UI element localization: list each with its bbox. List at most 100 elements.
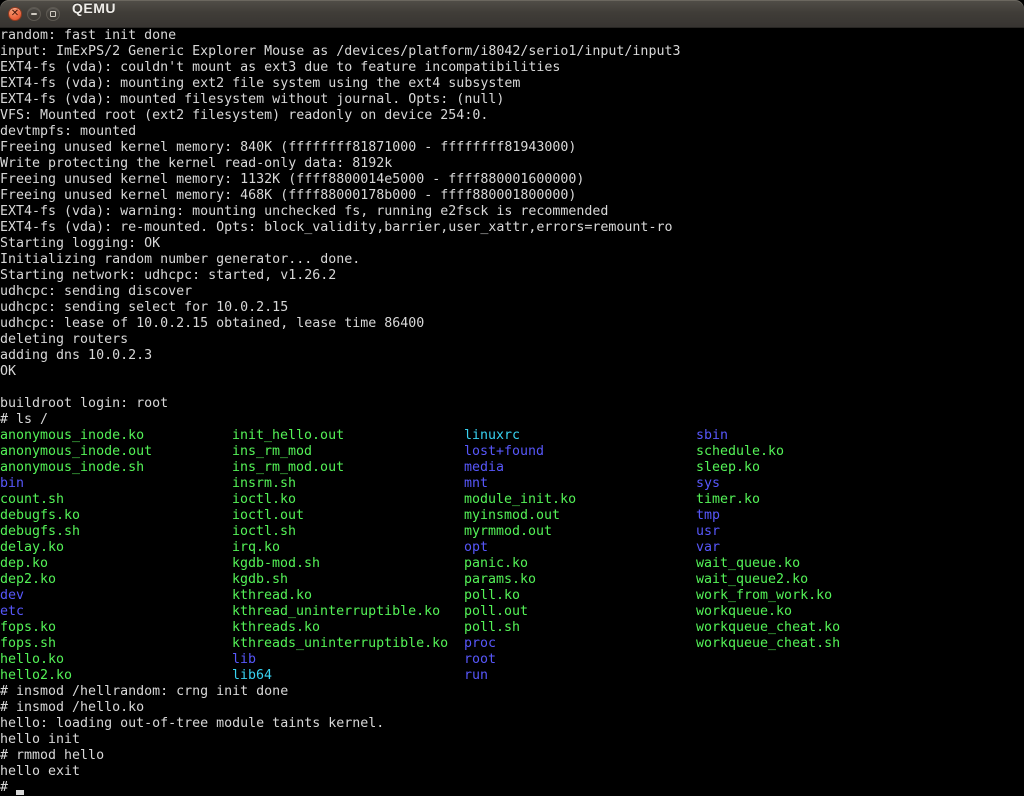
boot-message-line: deleting routers [0,332,1024,348]
ls-entry-file: kthread.ko [232,588,464,604]
ls-entry-file: wait_queue.ko [696,556,800,572]
ls-entry-file: timer.ko [696,492,760,508]
boot-message-line: EXT4-fs (vda): mounting ext2 file system… [0,76,1024,92]
boot-message-line: udhcpc: sending select for 10.0.2.15 [0,300,1024,316]
ls-entry-dir: sys [696,476,720,492]
shell-output-line: # insmod /hellrandom: crng init done [0,684,1024,700]
terminal-cursor [16,790,24,795]
ls-entry-file: kgdb-mod.sh [232,556,464,572]
ls-entry-file: workqueue.ko [696,604,792,620]
ls-output-row: debugfs.koioctl.outmyinsmod.outtmp [0,508,1024,524]
terminal[interactable]: random: fast init doneinput: ImExPS/2 Ge… [0,28,1024,796]
ls-entry-file: debugfs.sh [0,524,232,540]
shell-output-line: # insmod /hello.ko [0,700,1024,716]
ls-entry-dir: etc [0,604,232,620]
ls-entry-file: anonymous_inode.sh [0,460,232,476]
ls-entry-file: schedule.ko [696,444,784,460]
ls-entry-file: dep2.ko [0,572,232,588]
ls-entry-file: module_init.ko [464,492,696,508]
boot-message-line: VFS: Mounted root (ext2 filesystem) read… [0,108,1024,124]
boot-message-line: Write protecting the kernel read-only da… [0,156,1024,172]
ls-entry-link: linuxrc [464,428,696,444]
ls-output-row: fops.shkthreads_uninterruptible.koprocwo… [0,636,1024,652]
ls-entry-file: kthread_uninterruptible.ko [232,604,464,620]
ls-entry-file: sleep.ko [696,460,760,476]
ls-output-row: hello.kolibroot [0,652,1024,668]
boot-message-line: devtmpfs: mounted [0,124,1024,140]
login-line: buildroot login: root [0,396,1024,412]
ls-entry-file: irq.ko [232,540,464,556]
ls-entry-file: insrm.sh [232,476,464,492]
ls-output-row: devkthread.kopoll.kowork_from_work.ko [0,588,1024,604]
ls-entry-file: work_from_work.ko [696,588,832,604]
close-button[interactable]: ✕ [8,7,22,21]
ls-output-row: hello2.kolib64run [0,668,1024,684]
ls-entry-file: ins_rm_mod [232,444,464,460]
ls-entry-file: ioctl.sh [232,524,464,540]
boot-message-line: random: fast init done [0,28,1024,44]
ls-output-row: bininsrm.shmntsys [0,476,1024,492]
ls-output-row: anonymous_inode.koinit_hello.outlinuxrcs… [0,428,1024,444]
ls-entry-dir: var [696,540,720,556]
ls-output-row: dep2.kokgdb.shparams.kowait_queue2.ko [0,572,1024,588]
close-icon: ✕ [11,9,19,19]
maximize-button[interactable] [46,7,60,21]
boot-message-line: EXT4-fs (vda): couldn't mount as ext3 du… [0,60,1024,76]
ls-entry-dir: tmp [696,508,720,524]
ls-entry-file: kthreads_uninterruptible.ko [232,636,464,652]
boot-message-line: Freeing unused kernel memory: 1132K (fff… [0,172,1024,188]
boot-message-line: Freeing unused kernel memory: 468K (ffff… [0,188,1024,204]
ls-output-row: dep.kokgdb-mod.shpanic.kowait_queue.ko [0,556,1024,572]
ls-entry-file: params.ko [464,572,696,588]
boot-message-line: Initializing random number generator... … [0,252,1024,268]
ls-output-row: anonymous_inode.shins_rm_mod.outmediasle… [0,460,1024,476]
ls-entry-dir: lost+found [464,444,696,460]
ls-entry-dir: root [464,652,696,668]
ls-entry-file: wait_queue2.ko [696,572,808,588]
boot-message-line: Starting network: udhcpc: started, v1.26… [0,268,1024,284]
boot-message-line: Freeing unused kernel memory: 840K (ffff… [0,140,1024,156]
ls-entry-file: panic.ko [464,556,696,572]
ls-entry-link: lib64 [232,668,464,684]
window-title: QEMU [72,0,116,28]
ls-entry-file: anonymous_inode.out [0,444,232,460]
ls-entry-file: poll.ko [464,588,696,604]
ls-entry-file: fops.sh [0,636,232,652]
ls-entry-file: myrmmod.out [464,524,696,540]
ls-output-row: delay.koirq.kooptvar [0,540,1024,556]
ls-entry-file: workqueue_cheat.ko [696,620,840,636]
ls-entry-file: workqueue_cheat.sh [696,636,840,652]
ls-entry-file: hello.ko [0,652,232,668]
boot-message-line: EXT4-fs (vda): re-mounted. Opts: block_v… [0,220,1024,236]
ls-entry-file: ioctl.ko [232,492,464,508]
ls-entry-file: kgdb.sh [232,572,464,588]
shell-output-line: # rmmod hello [0,748,1024,764]
ls-output-row: fops.kokthreads.kopoll.shworkqueue_cheat… [0,620,1024,636]
boot-message-line: EXT4-fs (vda): warning: mounting uncheck… [0,204,1024,220]
ls-entry-dir: run [464,668,696,684]
ls-entry-file: kthreads.ko [232,620,464,636]
ls-entry-file: hello2.ko [0,668,232,684]
shell-command-line: # ls / [0,412,1024,428]
ls-entry-dir: sbin [696,428,728,444]
window-titlebar[interactable]: ✕ QEMU [0,0,1024,28]
ls-entry-file: fops.ko [0,620,232,636]
boot-message-line: EXT4-fs (vda): mounted filesystem withou… [0,92,1024,108]
ls-entry-file: count.sh [0,492,232,508]
ls-entry-file: anonymous_inode.ko [0,428,232,444]
maximize-icon [50,11,56,17]
ls-output-row: etckthread_uninterruptible.kopoll.outwor… [0,604,1024,620]
ls-entry-file: delay.ko [0,540,232,556]
boot-message-line: OK [0,364,1024,380]
shell-output-line: hello exit [0,764,1024,780]
ls-entry-file: dep.ko [0,556,232,572]
shell-output-line: hello: loading out-of-tree module taints… [0,716,1024,732]
ls-entry-dir: media [464,460,696,476]
ls-entry-file: ins_rm_mod.out [232,460,464,476]
ls-entry-dir: proc [464,636,696,652]
minimize-button[interactable] [27,7,41,21]
blank-line [0,380,1024,396]
boot-message-line: adding dns 10.0.2.3 [0,348,1024,364]
ls-output-row: anonymous_inode.outins_rm_modlost+founds… [0,444,1024,460]
ls-entry-file: debugfs.ko [0,508,232,524]
